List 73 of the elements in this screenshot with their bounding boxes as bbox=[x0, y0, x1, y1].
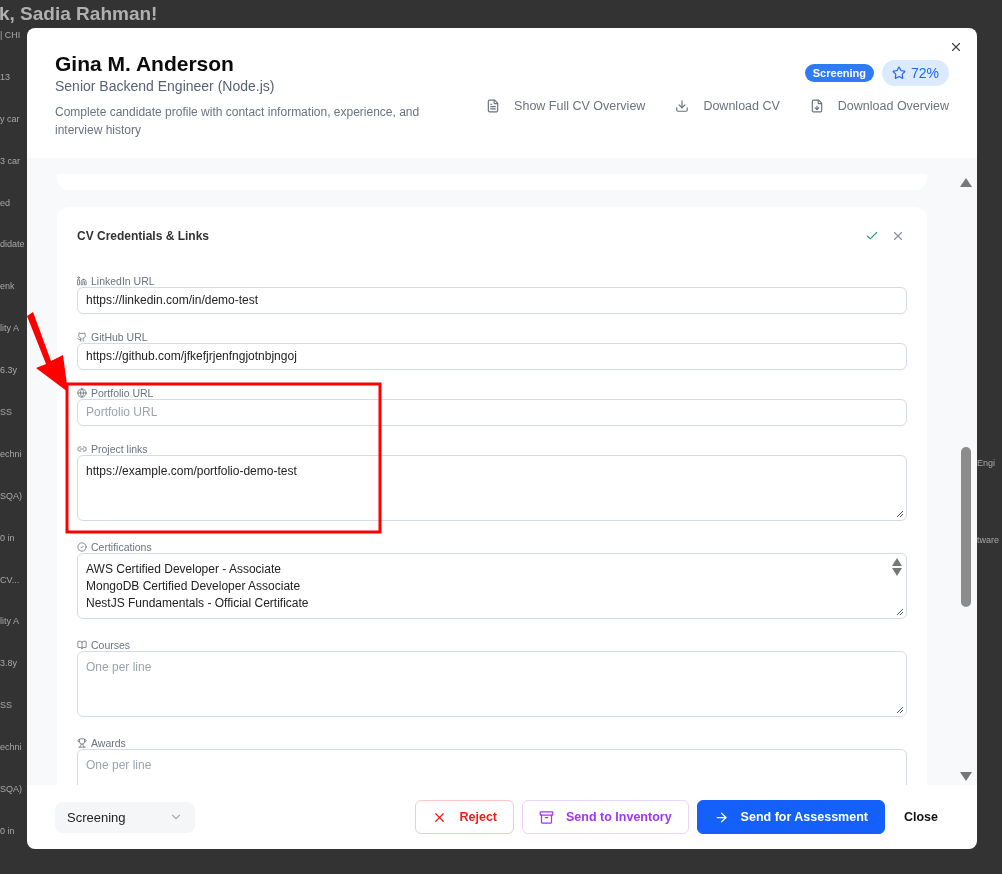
field-label: LinkedIn URL bbox=[91, 275, 155, 287]
linkedin-icon bbox=[77, 276, 87, 286]
globe-icon bbox=[77, 388, 87, 398]
scroll-down-icon[interactable] bbox=[960, 772, 972, 781]
field-label: Certifications bbox=[91, 541, 152, 553]
footer-button[interactable]: Send for Assessment bbox=[696, 800, 885, 834]
background-text: ed bbox=[0, 197, 11, 209]
background-text: 13 bbox=[0, 71, 11, 83]
resize-handle-icon[interactable] bbox=[895, 705, 904, 714]
text-area[interactable]: One per line bbox=[77, 749, 907, 785]
background-text: SQA) bbox=[0, 490, 23, 502]
text-field[interactable]: https://github.com/jfkefjrjenfngjotnbjngoj bbox=[77, 343, 907, 370]
job-title: Senior Backend Engineer (Node.js) bbox=[55, 78, 276, 94]
footer-button[interactable]: Send to Inventory bbox=[522, 800, 689, 834]
scroll-up-icon[interactable] bbox=[892, 558, 902, 566]
background-text: 0 in bbox=[0, 825, 16, 837]
trophy-icon bbox=[77, 738, 87, 748]
check-icon[interactable] bbox=[865, 229, 879, 243]
background-text: CV... bbox=[0, 574, 21, 586]
scroll-up-icon[interactable] bbox=[960, 178, 972, 187]
background-text: enk bbox=[0, 281, 16, 293]
action-link[interactable]: Download CV bbox=[675, 99, 780, 113]
status-select[interactable]: Screening bbox=[55, 801, 195, 833]
action-link[interactable]: Show Full CV Overview bbox=[486, 99, 646, 113]
field-label: Awards bbox=[91, 737, 126, 749]
scrollbar-thumb[interactable] bbox=[961, 447, 971, 607]
download-icon bbox=[675, 99, 690, 113]
text-field[interactable]: Portfolio URL bbox=[77, 399, 907, 426]
background-text: 6.3y bbox=[0, 365, 18, 377]
action-link[interactable]: Download Overview bbox=[809, 99, 949, 113]
background-text: lity A bbox=[0, 323, 20, 335]
background-text: 0 in bbox=[0, 532, 16, 544]
github-icon bbox=[77, 332, 87, 342]
resize-handle-icon[interactable] bbox=[895, 509, 904, 518]
dialog-description: Complete candidate profile with contact information, experience, and interview history bbox=[55, 104, 421, 139]
resize-handle-icon[interactable] bbox=[895, 607, 904, 616]
background-text: | CHI bbox=[0, 30, 22, 41]
background-text: didate bbox=[0, 239, 26, 251]
greeting-text: k, Sadia Rahman! bbox=[0, 3, 158, 25]
scroll-down-icon[interactable] bbox=[892, 568, 902, 576]
check-circle-icon bbox=[77, 542, 87, 552]
close-icon[interactable] bbox=[949, 40, 963, 54]
text-area[interactable]: AWS Certified Developer - Associate MongoDB Certified Developer Associate NestJS Fundamentals - Official Certificate bbox=[77, 553, 907, 619]
background-text: echni bbox=[0, 742, 23, 754]
field-label: GitHub URL bbox=[91, 331, 148, 343]
background-text: SS bbox=[0, 407, 13, 418]
score-badge: 72% bbox=[881, 60, 949, 86]
book-icon bbox=[77, 640, 87, 650]
archive-icon bbox=[539, 809, 554, 825]
text-field[interactable]: https://linkedin.com/in/demo-test bbox=[77, 287, 907, 314]
background-text: SS bbox=[0, 700, 13, 712]
background-text: Engi bbox=[977, 458, 996, 469]
file-download-icon bbox=[809, 99, 824, 113]
section-title: CV Credentials & Links bbox=[77, 229, 210, 243]
background-text: lity A bbox=[0, 616, 20, 628]
document-icon bbox=[486, 99, 501, 113]
text-area[interactable]: One per line bbox=[77, 651, 907, 717]
background-text: 3.8y bbox=[0, 658, 18, 670]
footer-button[interactable]: Close bbox=[892, 800, 949, 834]
field-label: Portfolio URL bbox=[91, 387, 154, 399]
background-text: echni bbox=[0, 448, 23, 460]
candidate-name: Gina M. Anderson bbox=[55, 52, 235, 76]
text-area[interactable]: https://example.com/portfolio-demo-test bbox=[77, 455, 907, 521]
background-text: 3 car bbox=[0, 155, 21, 167]
footer-button[interactable]: Reject bbox=[415, 800, 514, 834]
arrow-right-icon bbox=[713, 809, 729, 825]
background-text: tware bbox=[977, 535, 1000, 546]
background-text: SQA) bbox=[0, 784, 23, 796]
link-icon bbox=[77, 444, 87, 454]
field-label: Project links bbox=[91, 443, 148, 455]
status-badge: Screening bbox=[804, 64, 874, 82]
field-label: Courses bbox=[91, 639, 131, 651]
background-text: y car bbox=[0, 113, 21, 125]
